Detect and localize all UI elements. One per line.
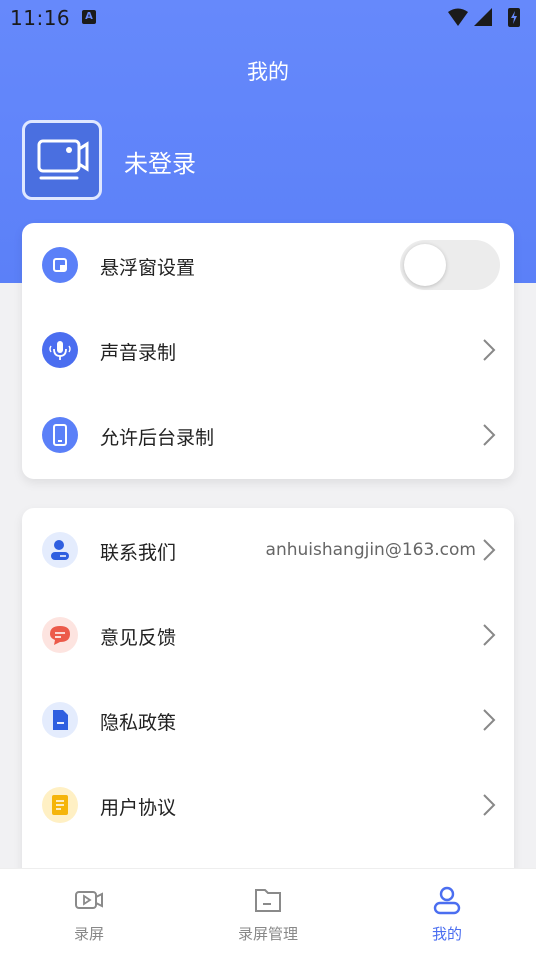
chevron-right-icon bbox=[483, 539, 496, 561]
info-card: 联系我们 anhuishangjin@163.com 意见反馈 隐私政策 用户协… bbox=[22, 508, 514, 888]
wifi-icon bbox=[448, 8, 468, 26]
info-row-label: 隐私政策 bbox=[100, 712, 177, 734]
info-row-contact[interactable]: 联系我们 anhuishangjin@163.com bbox=[22, 508, 514, 593]
avatar[interactable] bbox=[22, 120, 102, 200]
info-row-privacy[interactable]: 隐私政策 bbox=[22, 678, 514, 763]
agreement-icon bbox=[42, 787, 78, 823]
login-status[interactable]: 未登录 bbox=[124, 144, 196, 179]
screen-record-icon bbox=[37, 139, 89, 180]
settings-row-label: 允许后台录制 bbox=[100, 427, 215, 449]
tab-label: 录屏管理 bbox=[237, 925, 298, 943]
record-icon bbox=[75, 891, 103, 909]
phone-icon bbox=[42, 417, 78, 453]
page-title: 我的 bbox=[247, 60, 289, 84]
chevron-right-icon bbox=[483, 709, 496, 731]
info-row-feedback[interactable]: 意见反馈 bbox=[22, 593, 514, 678]
status-time: 11:16 bbox=[10, 6, 71, 30]
tab-record-manage[interactable]: 录屏管理 bbox=[179, 869, 357, 955]
signal-icon bbox=[474, 8, 492, 26]
info-row-label: 意见反馈 bbox=[100, 627, 177, 649]
contact-email: anhuishangjin@163.com bbox=[265, 540, 476, 560]
chevron-right-icon bbox=[483, 424, 496, 446]
microphone-icon bbox=[42, 332, 78, 368]
tab-mine[interactable]: 我的 bbox=[358, 869, 536, 955]
privacy-icon bbox=[42, 702, 78, 738]
chevron-right-icon bbox=[483, 794, 496, 816]
info-row-agreement[interactable]: 用户协议 bbox=[22, 763, 514, 848]
notification-icon: A bbox=[82, 10, 96, 24]
toggle-knob bbox=[404, 244, 446, 286]
settings-row-background-recording[interactable]: 允许后台录制 bbox=[22, 393, 514, 478]
settings-row-label: 声音录制 bbox=[100, 342, 177, 364]
contact-icon bbox=[42, 532, 78, 568]
floating-window-toggle[interactable] bbox=[400, 240, 500, 290]
status-bar: 11:16 A bbox=[0, 0, 536, 36]
user-icon bbox=[433, 886, 461, 915]
status-icons bbox=[448, 8, 520, 27]
settings-card: 悬浮窗设置 声音录制 允许后台录制 bbox=[22, 223, 514, 479]
tab-record[interactable]: 录屏 bbox=[0, 869, 178, 955]
info-row-label: 用户协议 bbox=[100, 797, 177, 819]
settings-row-floating-window[interactable]: 悬浮窗设置 bbox=[22, 223, 514, 308]
bottom-tab-bar: 录屏 录屏管理 我的 bbox=[0, 868, 536, 955]
chevron-right-icon bbox=[483, 624, 496, 646]
tab-label: 我的 bbox=[431, 925, 462, 943]
settings-row-label: 悬浮窗设置 bbox=[100, 257, 196, 279]
floating-window-icon bbox=[42, 247, 78, 283]
info-row-label: 联系我们 bbox=[100, 542, 177, 564]
settings-row-sound-recording[interactable]: 声音录制 bbox=[22, 308, 514, 393]
tab-label: 录屏 bbox=[73, 925, 104, 943]
chevron-right-icon bbox=[483, 339, 496, 361]
folder-icon bbox=[255, 889, 281, 912]
feedback-icon bbox=[42, 617, 78, 653]
